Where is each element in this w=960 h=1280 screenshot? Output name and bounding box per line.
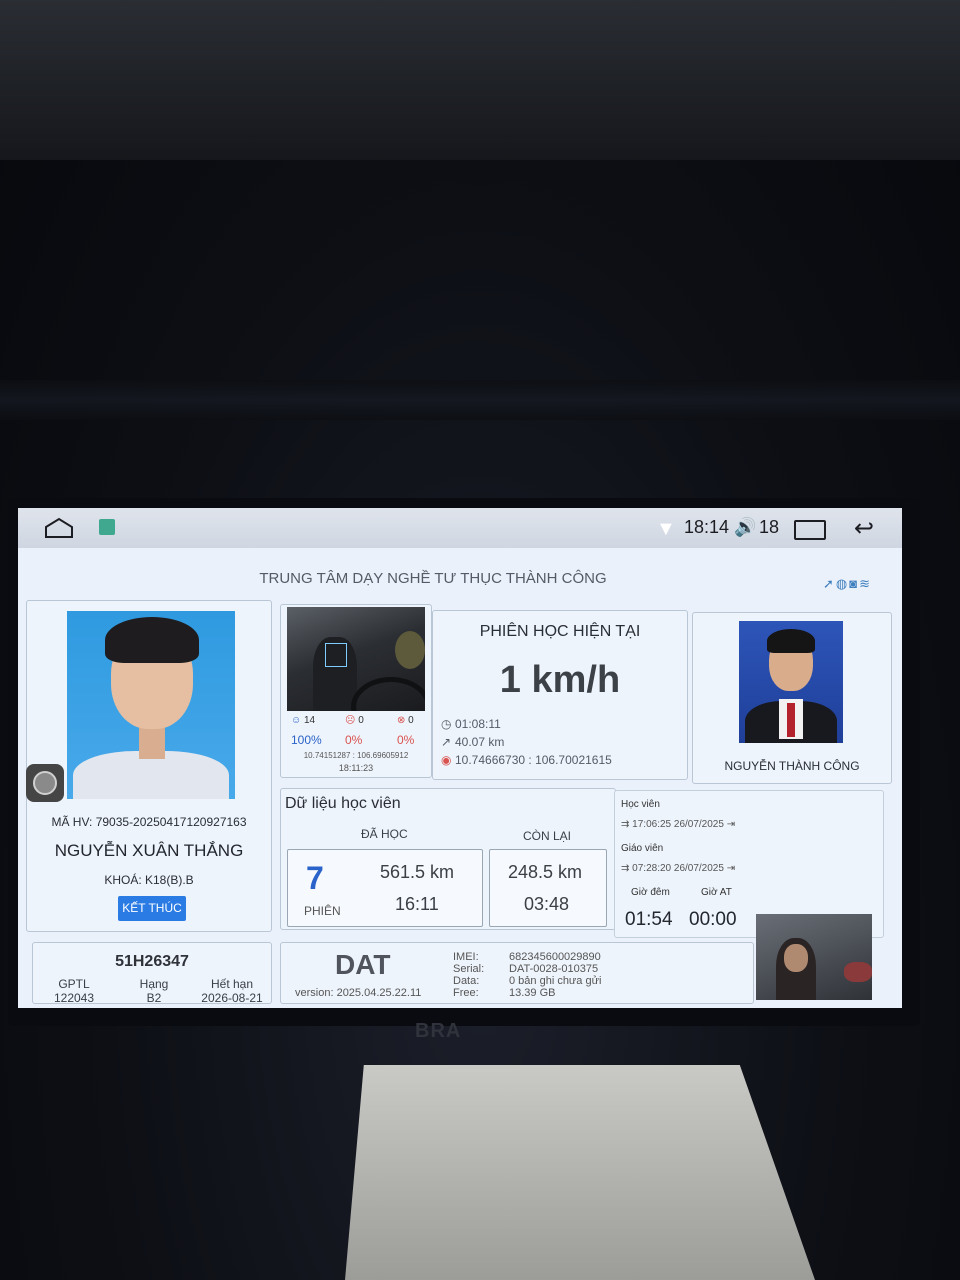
neutral-face-icon: ☹ xyxy=(345,715,356,726)
auto-hours-label: Giờ AT xyxy=(701,887,732,898)
session-distance: 40.07 km xyxy=(455,735,505,749)
remaining-box: 248.5 km 03:48 xyxy=(489,849,607,927)
logout-icon: ⇥ xyxy=(726,819,736,830)
night-hours-value: 01:54 xyxy=(625,909,673,930)
location-icon: ◉ xyxy=(441,753,452,767)
session-distance-row: ↗ 40.07 km xyxy=(441,735,504,749)
back-icon[interactable]: ↩ xyxy=(854,514,874,543)
learned-distance: 561.5 km xyxy=(380,862,455,882)
trend-icon: ↗ xyxy=(441,735,452,749)
globe-icon: ◍ xyxy=(835,576,850,591)
tablet-screen: ▼ 18:14 🔊 18 ↩ TRUNG TÂM DẠY NGHỀ TƯ THỤ… xyxy=(18,508,902,1008)
logout-icon: ⇥ xyxy=(726,863,736,874)
expiry-value: 2026-08-21 xyxy=(201,991,263,1005)
log-teacher-label: Giáo viên xyxy=(621,843,664,854)
vehicle-card: 51H26347 GPTL 122043 Hạng B2 Hết hạn 202… xyxy=(32,942,272,1005)
device-name: DAT xyxy=(335,949,391,980)
log-teacher-time-row: ⇉ 07:28:20 26/07/2025 ⇥ xyxy=(621,863,736,874)
status-icons: ➚◍◙≋ xyxy=(823,576,872,592)
student-code: MÃ HV: 79035-20250417120927163 xyxy=(51,815,247,829)
student-data-card: Dữ liệu học viên ĐÃ HỌC CÒN LẠI 7 PHIÊN … xyxy=(280,788,616,930)
current-session-card: PHIÊN HỌC HIỆN TẠI 1 km/h ◷ 01:08:11 ↗ 40.… xyxy=(432,610,688,780)
database-icon: ≋ xyxy=(859,576,873,591)
home-icon[interactable] xyxy=(44,517,74,539)
x-circle-icon: ⊗ xyxy=(397,715,406,726)
session-duration-row: ◷ 01:08:11 xyxy=(441,717,501,731)
camera-icon: ◙ xyxy=(849,576,860,591)
background-dashboard xyxy=(0,380,960,420)
remaining-time: 03:48 xyxy=(524,894,570,914)
teacher-photo xyxy=(739,621,843,743)
camera-time: 18:11:23 xyxy=(338,763,374,773)
class-label: Hạng xyxy=(139,977,169,991)
camera-coordinates: 10.74151287 : 106.69605912 xyxy=(303,751,409,760)
login-icon: ⇉ xyxy=(621,819,630,830)
session-gps-row: ◉ 10.74666730 : 106.70021615 xyxy=(441,753,612,767)
front-camera-preview xyxy=(756,914,872,1000)
status-bar: ▼ 18:14 🔊 18 ↩ xyxy=(18,508,902,548)
gptl-value: 122043 xyxy=(53,991,95,1005)
center-title: TRUNG TÂM DẠY NGHỀ TƯ THỤC THÀNH CÔNG xyxy=(259,570,607,587)
happy-percent: 100% xyxy=(291,733,322,747)
data-label: Data: xyxy=(453,975,480,987)
happy-face-stat: ☺ 14 100% xyxy=(291,715,322,747)
free-value: 13.39 GB xyxy=(509,987,556,999)
wifi-icon: ▼ xyxy=(656,518,676,540)
learned-box: 7 PHIÊN 561.5 km 16:11 xyxy=(287,849,483,927)
volume-icon: 🔊 xyxy=(734,517,757,537)
data-value: 0 bản ghi chưa gửi xyxy=(509,975,602,987)
log-student-time-row: ⇉ 17:06:25 26/07/2025 ⇥ xyxy=(621,819,736,830)
happy-face-icon: ☺ xyxy=(291,715,302,726)
background-ceiling xyxy=(0,0,960,160)
auto-hours-value: 00:00 xyxy=(689,909,737,930)
background-paper xyxy=(345,1065,815,1280)
teacher-card: NGUYỄN THÀNH CÔNG xyxy=(692,612,892,784)
camera-card: ☺ 14 100% ☹ 0 0% ⊗ 0 0% 10.74151287 : 10… xyxy=(280,604,432,778)
neutral-face-stat: ☹ 0 0% xyxy=(345,715,364,747)
free-label: Free: xyxy=(453,987,479,999)
status-time: 18:14 xyxy=(684,517,730,537)
student-photo xyxy=(67,611,235,799)
learned-time: 16:11 xyxy=(395,894,439,914)
remaining-distance: 248.5 km xyxy=(508,862,583,882)
night-hours-label: Giờ đêm xyxy=(631,887,670,898)
imei-value: 682345600029890 xyxy=(509,951,601,963)
class-value: B2 xyxy=(146,991,162,1005)
device-version: version: 2025.04.25.22.11 xyxy=(295,987,422,999)
serial-value: DAT-0028-010375 xyxy=(509,963,599,975)
gptl-label: GPTL xyxy=(58,977,90,991)
recent-apps-icon[interactable] xyxy=(794,520,826,540)
expiry-label: Hết hạn xyxy=(210,977,254,991)
vehicle-plate: 51H26347 xyxy=(115,953,189,970)
imei-label: IMEI: xyxy=(453,951,479,963)
end-session-button[interactable]: KẾT THÚC xyxy=(118,896,186,921)
login-icon: ⇉ xyxy=(621,863,630,874)
student-card: MÃ HV: 79035-20250417120927163 NGUYỄN XU… xyxy=(26,600,272,932)
session-count-label: PHIÊN xyxy=(304,904,341,918)
learned-header: ĐÃ HỌC xyxy=(361,827,408,841)
log-student-label: Học viên xyxy=(621,799,660,810)
student-course: KHOÁ: K18(B).B xyxy=(104,873,194,887)
session-count: 7 xyxy=(306,860,324,896)
teacher-name: NGUYỄN THÀNH CÔNG xyxy=(724,759,860,773)
session-title: PHIÊN HỌC HIỆN TẠI xyxy=(479,623,641,640)
driver-camera-snapshot xyxy=(287,607,425,711)
bezel-brand: BRA xyxy=(415,1020,462,1042)
device-card: DAT version: 2025.04.25.22.11 IMEI: 6823… xyxy=(280,942,754,1004)
clock-icon: ◷ xyxy=(441,717,452,731)
session-speed: 1 km/h xyxy=(499,659,621,701)
session-gps: 10.74666730 : 106.70021615 xyxy=(455,753,612,767)
session-duration: 01:08:11 xyxy=(455,717,501,731)
serial-label: Serial: xyxy=(453,963,485,975)
volume-level: 18 xyxy=(759,517,780,537)
x-percent: 0% xyxy=(397,733,415,747)
navigation-icon: ➚ xyxy=(823,576,836,591)
student-data-title: Dữ liệu học viên xyxy=(285,795,401,812)
app-icon[interactable] xyxy=(99,519,115,535)
assistive-touch-button[interactable] xyxy=(26,764,64,802)
remaining-header: CÒN LẠI xyxy=(523,829,572,843)
neutral-percent: 0% xyxy=(345,733,363,747)
student-name: NGUYỄN XUÂN THẮNG xyxy=(54,841,244,860)
